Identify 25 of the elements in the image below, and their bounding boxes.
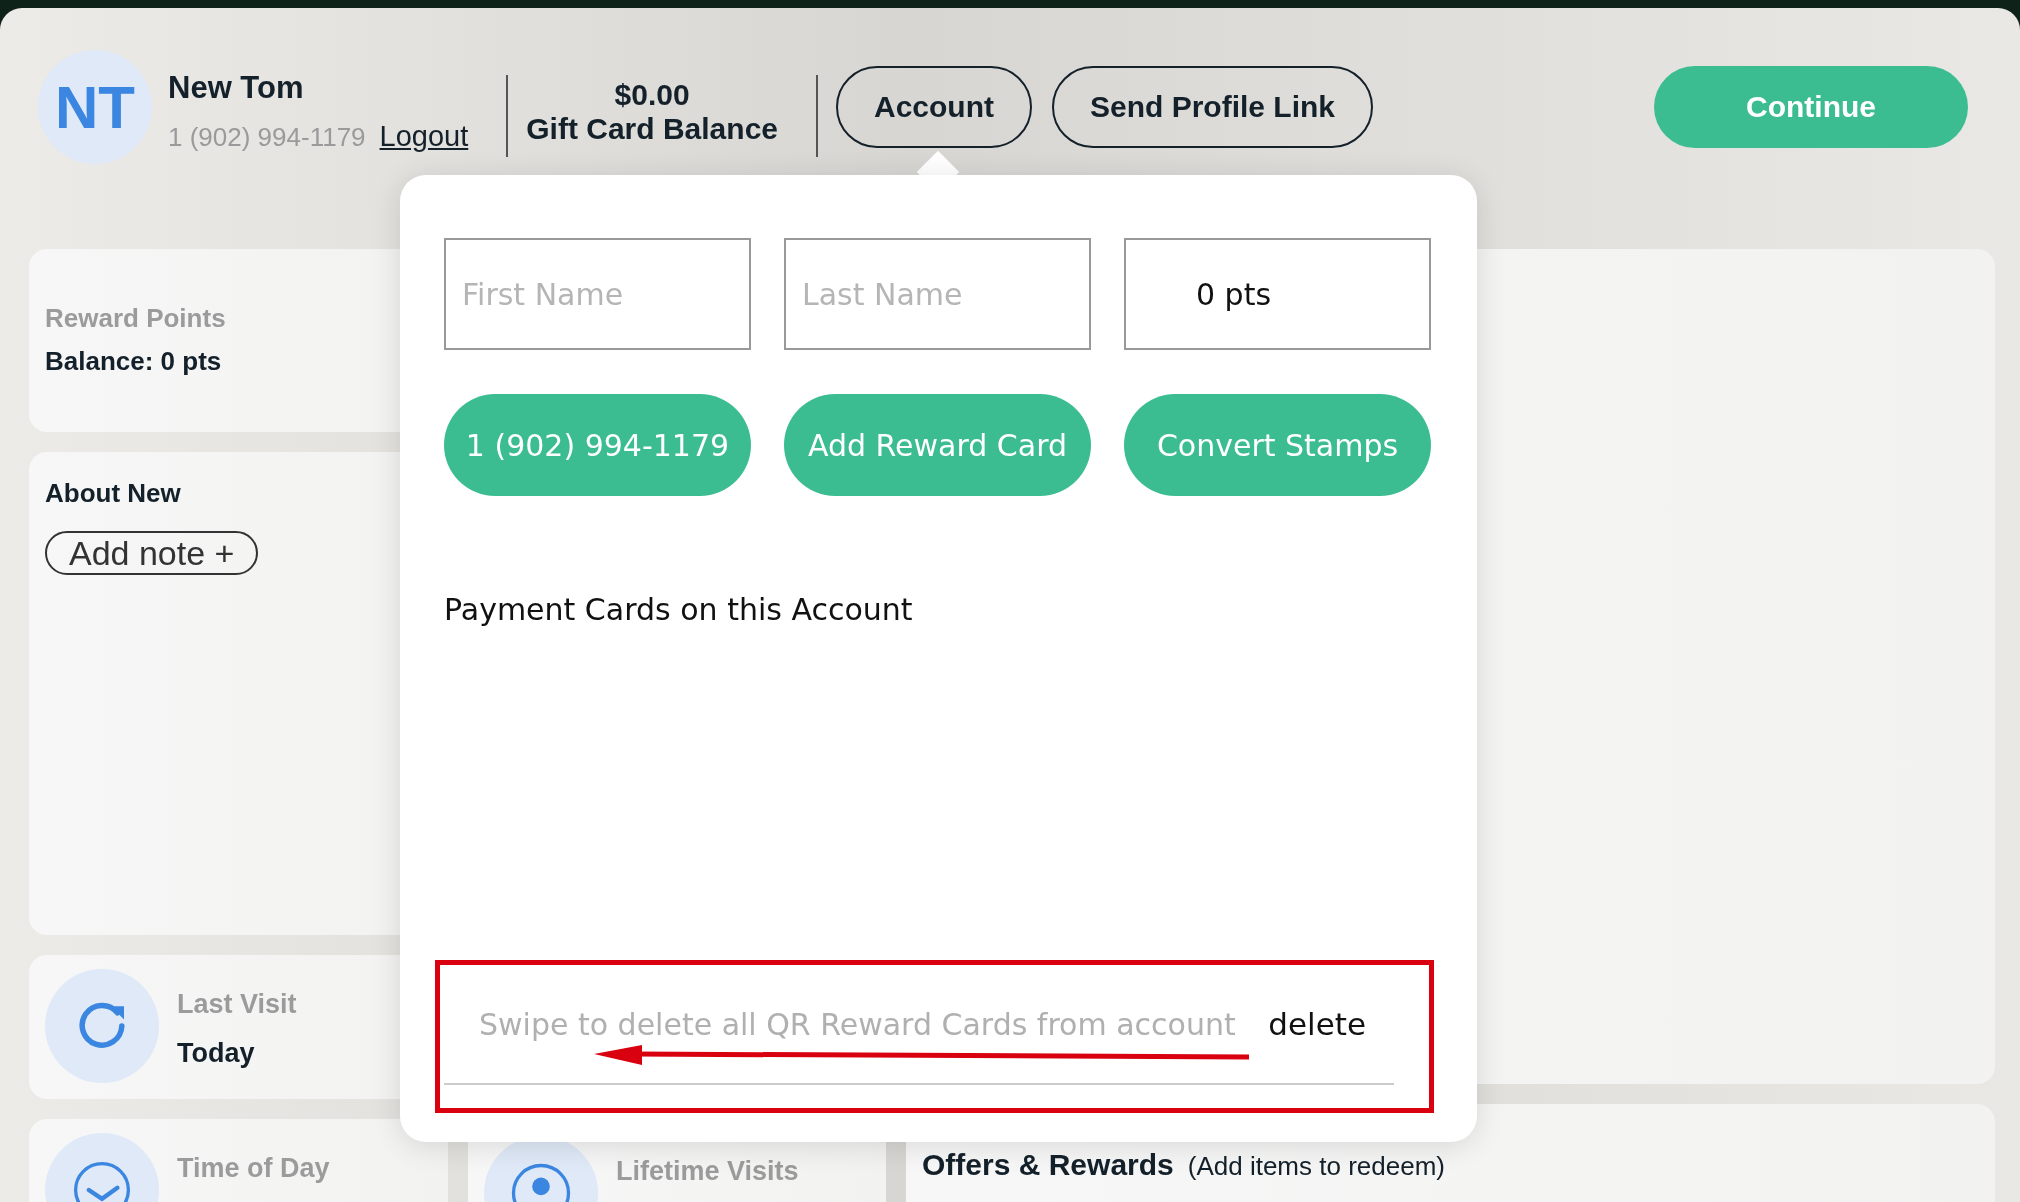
add-note-button[interactable]: Add note + <box>45 531 259 575</box>
header-button[interactable]: Account <box>836 66 1032 148</box>
points-balance: Balance: 0 pts <box>45 346 223 377</box>
section-heading: Payment Cards on this Account <box>443 592 914 627</box>
avatar: NT <box>38 50 152 164</box>
customer-phone: 1 (902) 994-1179 <box>168 122 366 153</box>
input-field[interactable]: 0 pts <box>1124 238 1431 350</box>
swipe-hint: Swipe to delete all QR Reward Cards from account <box>479 1006 1236 1042</box>
gift-card-label: Gift Card Balance <box>526 112 778 146</box>
stat-label: Last Visit <box>177 989 297 1020</box>
card-title: About New <box>45 478 181 509</box>
input-field[interactable]: Last Name <box>784 238 1091 350</box>
stat-value: Today <box>177 1038 256 1069</box>
stat-label: Time of Day <box>177 1153 330 1184</box>
header-button[interactable]: Send Profile Link <box>1052 66 1374 148</box>
card-title: Reward Points <box>45 303 227 334</box>
list-row[interactable]: Swipe to delete all QR Reward Cards from account delete <box>444 965 1394 1085</box>
gift-card-amount: $0.00 <box>614 78 690 112</box>
customer-name: New Tom <box>168 70 305 106</box>
offers-title: Offers & Rewards <box>922 1148 1174 1182</box>
delete-action[interactable]: delete <box>1268 1006 1366 1042</box>
logout-link[interactable]: Logout <box>379 120 469 153</box>
offers-hint: (Add items to redeem) <box>1187 1151 1445 1182</box>
stat-label: Lifetime Visits <box>616 1156 799 1187</box>
input-field[interactable]: First Name <box>444 238 751 350</box>
